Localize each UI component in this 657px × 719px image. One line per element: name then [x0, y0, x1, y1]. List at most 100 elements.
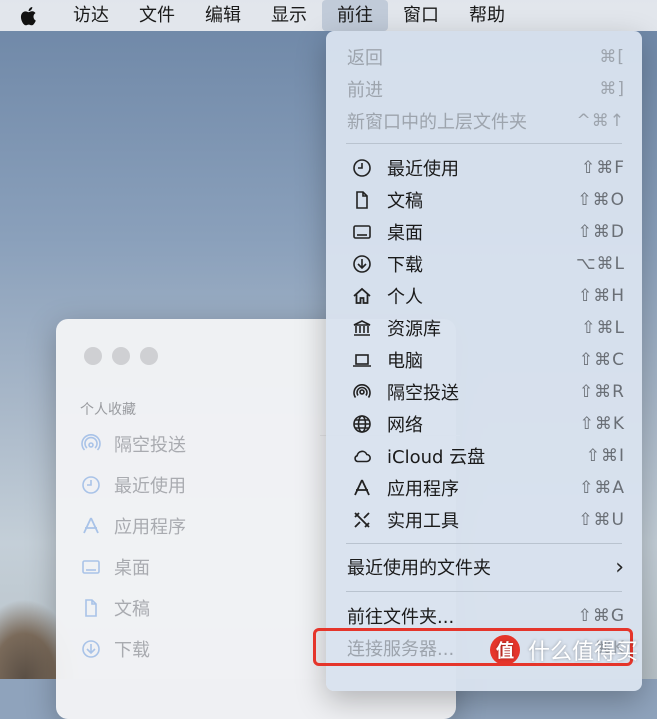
- menu-item-downloads[interactable]: 下载 ⌥⌘L: [326, 248, 642, 280]
- menu-item-label: 桌面: [387, 223, 423, 244]
- shortcut-label: ⌥⌘L: [575, 254, 625, 274]
- sidebar-heading-favorites: 个人收藏: [80, 402, 136, 418]
- menu-item-label: 下载: [387, 255, 423, 276]
- sidebar-item-downloads[interactable]: 下载: [80, 636, 150, 662]
- menu-view[interactable]: 显示: [256, 0, 322, 31]
- menu-item-desktop[interactable]: 桌面 ⇧⌘D: [326, 216, 642, 248]
- menu-help[interactable]: 帮助: [454, 0, 520, 31]
- menu-item-label: 前进: [347, 80, 383, 101]
- menu-bar: 访达 文件 编辑 显示 前往 窗口 帮助: [0, 0, 657, 31]
- menu-item-label: 新窗口中的上层文件夹: [347, 112, 527, 133]
- clock-icon: [350, 156, 374, 180]
- menu-item-label: 文稿: [387, 191, 423, 212]
- shortcut-label: ⇧⌘F: [580, 158, 625, 178]
- watermark-logo: 值: [490, 635, 520, 665]
- menu-separator: [346, 591, 622, 592]
- shortcut-label: ⇧⌘L: [581, 318, 625, 338]
- library-icon: [350, 316, 374, 340]
- sidebar-item-desktop[interactable]: 桌面: [80, 554, 150, 580]
- menu-item-library[interactable]: 资源库 ⇧⌘L: [326, 312, 642, 344]
- menu-item-airdrop[interactable]: 隔空投送 ⇧⌘R: [326, 376, 642, 408]
- sidebar-item-label: 应用程序: [114, 517, 186, 538]
- menu-go[interactable]: 前往: [322, 0, 388, 31]
- menu-item-recents[interactable]: 最近使用 ⇧⌘F: [326, 152, 642, 184]
- cloud-icon: [350, 444, 374, 468]
- menu-item-icloud-drive[interactable]: iCloud 云盘 ⇧⌘I: [326, 440, 642, 472]
- menu-item-label: iCloud 云盘: [387, 447, 486, 468]
- chevron-right-icon: ›: [615, 554, 625, 580]
- shortcut-label: ⌘[: [599, 47, 625, 67]
- menu-separator: [346, 543, 622, 544]
- menu-item-label: 最近使用的文件夹: [347, 558, 491, 579]
- shortcut-label: ⇧⌘A: [579, 478, 625, 498]
- shortcut-label: ⇧⌘H: [577, 286, 625, 306]
- menu-item-label: 隔空投送: [387, 383, 459, 404]
- menu-item-applications[interactable]: 应用程序 ⇧⌘A: [326, 472, 642, 504]
- clock-icon: [80, 474, 102, 496]
- apps-icon: [80, 515, 102, 537]
- sidebar-item-label: 下载: [114, 640, 150, 661]
- menu-item-documents[interactable]: 文稿 ⇧⌘O: [326, 184, 642, 216]
- menu-item-label: 资源库: [387, 319, 441, 340]
- menu-item-label: 应用程序: [387, 479, 459, 500]
- menu-item-label: 最近使用: [387, 159, 459, 180]
- minimize-window-button[interactable]: [112, 347, 130, 365]
- window-controls: [84, 347, 158, 365]
- desktop-icon: [80, 556, 102, 578]
- menu-item-back[interactable]: 返回 ⌘[: [326, 41, 642, 73]
- menu-item-label: 返回: [347, 48, 383, 69]
- shortcut-label: ⇧⌘K: [579, 414, 625, 434]
- sidebar-item-documents[interactable]: 文稿: [80, 595, 150, 621]
- menu-separator: [346, 143, 622, 144]
- menu-item-enclosing-folder[interactable]: 新窗口中的上层文件夹 ^⌘↑: [326, 105, 642, 137]
- menu-item-forward[interactable]: 前进 ⌘]: [326, 73, 642, 105]
- menu-file[interactable]: 文件: [124, 0, 190, 31]
- menu-item-utilities[interactable]: 实用工具 ⇧⌘U: [326, 504, 642, 536]
- shortcut-label: ⇧⌘D: [577, 222, 625, 242]
- sidebar-item-label: 最近使用: [114, 476, 186, 497]
- menu-item-network[interactable]: 网络 ⇧⌘K: [326, 408, 642, 440]
- sidebar-item-label: 隔空投送: [114, 435, 186, 456]
- menu-item-label: 前往文件夹...: [347, 607, 455, 628]
- menu-finder[interactable]: 访达: [58, 0, 124, 31]
- menu-item-label: 网络: [387, 415, 423, 436]
- sidebar-item-applications[interactable]: 应用程序: [80, 513, 186, 539]
- laptop-icon: [350, 348, 374, 372]
- menu-window[interactable]: 窗口: [388, 0, 454, 31]
- document-icon: [350, 188, 374, 212]
- sidebar-item-label: 文稿: [114, 599, 150, 620]
- shortcut-label: ⌘]: [599, 79, 625, 99]
- download-icon: [350, 252, 374, 276]
- desktop-icon: [350, 220, 374, 244]
- shortcut-label: ⇧⌘O: [577, 190, 625, 210]
- airdrop-icon: [80, 433, 102, 455]
- shortcut-label: ^⌘↑: [576, 111, 625, 131]
- menu-item-label: 电脑: [387, 351, 423, 372]
- globe-icon: [350, 412, 374, 436]
- download-icon: [80, 638, 102, 660]
- sidebar-item-airdrop[interactable]: 隔空投送: [80, 431, 186, 457]
- go-menu-dropdown: 返回 ⌘[ 前进 ⌘] 新窗口中的上层文件夹 ^⌘↑ 最近使用 ⇧⌘F 文稿 ⇧…: [326, 31, 642, 691]
- watermark-text: 什么值得买: [528, 640, 639, 665]
- menu-edit[interactable]: 编辑: [190, 0, 256, 31]
- close-window-button[interactable]: [84, 347, 102, 365]
- menu-item-computer[interactable]: 电脑 ⇧⌘C: [326, 344, 642, 376]
- document-icon: [80, 597, 102, 619]
- shortcut-label: ⇧⌘U: [578, 510, 625, 530]
- menu-item-label: 实用工具: [387, 511, 459, 532]
- shortcut-label: ⇧⌘C: [578, 350, 625, 370]
- home-icon: [350, 284, 374, 308]
- sidebar-item-recents[interactable]: 最近使用: [80, 472, 186, 498]
- sidebar-item-label: 桌面: [114, 558, 150, 579]
- watermark: 值 什么值得买: [490, 634, 638, 666]
- airdrop-icon: [350, 380, 374, 404]
- tools-icon: [350, 508, 374, 532]
- shortcut-label: ⇧⌘R: [578, 382, 625, 402]
- shortcut-label: ⇧⌘I: [585, 446, 625, 466]
- menu-item-recent-folders[interactable]: 最近使用的文件夹 ›: [326, 551, 642, 583]
- menu-item-label: 个人: [387, 287, 423, 308]
- menu-item-home[interactable]: 个人 ⇧⌘H: [326, 280, 642, 312]
- shortcut-label: ⇧⌘G: [577, 606, 625, 626]
- apple-icon[interactable]: [0, 0, 58, 31]
- zoom-window-button[interactable]: [140, 347, 158, 365]
